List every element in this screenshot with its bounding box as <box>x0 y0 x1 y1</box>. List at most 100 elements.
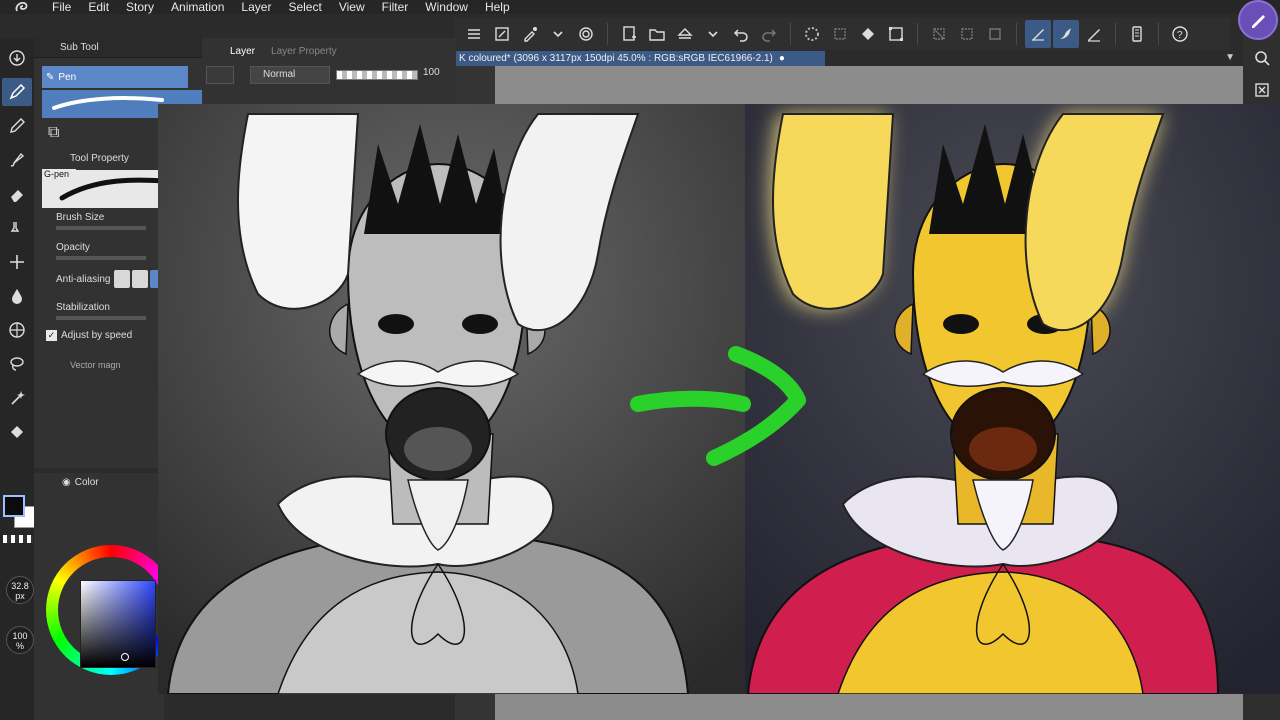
undo-icon[interactable] <box>728 20 754 48</box>
menu-edit[interactable]: Edit <box>80 0 118 14</box>
canvas-tab-strip: ▼ <box>825 51 1243 66</box>
open-folder-icon[interactable] <box>644 20 670 48</box>
search-icon[interactable] <box>1247 44 1277 72</box>
layer-opacity-slider[interactable] <box>336 70 418 80</box>
eraser-icon[interactable] <box>2 180 32 208</box>
tab-layer[interactable]: Layer <box>230 46 255 57</box>
chevron-down-icon[interactable] <box>700 20 726 48</box>
opacity-badge-value: 100 <box>12 631 28 641</box>
select-all-icon[interactable] <box>827 20 853 48</box>
menu-window[interactable]: Window <box>417 0 477 14</box>
invert-selection-icon[interactable] <box>954 20 980 48</box>
device-icon[interactable] <box>1124 20 1150 48</box>
opacity-badge[interactable]: 100 % <box>6 626 34 654</box>
menu-filter[interactable]: Filter <box>374 0 418 14</box>
fill-icon[interactable] <box>855 20 881 48</box>
sub-tool-header-label: Sub Tool <box>60 42 99 53</box>
loading-icon[interactable] <box>799 20 825 48</box>
aa-option-weak[interactable] <box>132 270 148 288</box>
menu-icon[interactable] <box>461 20 487 48</box>
new-file-icon[interactable] <box>616 20 642 48</box>
sub-tool-item-pen[interactable]: ✎ Pen <box>42 66 188 88</box>
layer-panel-tabs: Layer Layer Property <box>230 46 337 57</box>
menu-help[interactable]: Help <box>477 0 519 14</box>
brush-size-badge[interactable]: 32.8 px <box>6 576 34 604</box>
save-icon[interactable] <box>672 20 698 48</box>
menu-select[interactable]: Select <box>280 0 330 14</box>
lasso-icon[interactable] <box>2 350 32 378</box>
fill-bucket-icon[interactable] <box>2 418 32 446</box>
blend-icon[interactable] <box>2 214 32 242</box>
chevron-down-icon[interactable] <box>545 20 571 48</box>
crop-icon[interactable] <box>982 20 1008 48</box>
canvas-tab[interactable]: K coloured* (3096 x 3117px 150dpi 45.0% … <box>455 51 825 66</box>
artwork-svg <box>158 104 1280 694</box>
pen-pressure-icon[interactable] <box>1025 20 1051 48</box>
pencil-icon[interactable] <box>2 112 32 140</box>
layer-panel: Layer Layer Property Normal 100 <box>202 38 456 108</box>
command-bar: ? <box>455 18 1230 50</box>
adjust-by-speed-row[interactable]: ✓ Adjust by speed <box>46 330 132 341</box>
toolbar-divider <box>917 23 918 45</box>
stabilization-slider[interactable] <box>56 316 146 320</box>
color-panel: ◉ Color <box>34 473 176 720</box>
layer-opacity-value: 100 <box>423 67 440 78</box>
pen-icon: ✎ <box>46 71 55 83</box>
toolbar-divider <box>1115 23 1116 45</box>
brush-icon[interactable] <box>2 146 32 174</box>
tool-property-header-label: Tool Property <box>70 152 129 164</box>
brush-size-label: Brush Size <box>56 212 105 223</box>
svg-text:?: ? <box>1177 30 1183 41</box>
color-tab[interactable]: ◉ Color <box>62 477 99 488</box>
stabilizer-icon[interactable] <box>1081 20 1107 48</box>
blend-mode-select[interactable]: Normal <box>250 66 330 84</box>
opacity-slider[interactable] <box>56 256 146 260</box>
menu-layer[interactable]: Layer <box>233 0 280 14</box>
before-after-artwork <box>158 104 1280 694</box>
clear-selection-icon[interactable] <box>926 20 952 48</box>
adjust-by-speed-label: Adjust by speed <box>61 330 133 341</box>
brush-size-slider[interactable] <box>56 226 146 230</box>
opacity-label: Opacity <box>56 242 90 253</box>
adjust-by-speed-checkbox[interactable]: ✓ <box>46 330 57 341</box>
menu-file[interactable]: File <box>44 0 80 14</box>
spiral-icon[interactable] <box>573 20 599 48</box>
copy-icon[interactable]: ⧉ <box>48 124 59 141</box>
layer-color-button[interactable] <box>206 66 234 84</box>
pick-color-icon[interactable] <box>517 20 543 48</box>
vector-magnet-label: Vector magn <box>70 360 121 370</box>
water-drop-icon[interactable] <box>2 282 32 310</box>
sub-tool-item-label: Pen <box>58 71 77 83</box>
tab-close-icon[interactable]: ● <box>779 53 785 64</box>
edit-canvas-icon[interactable] <box>489 20 515 48</box>
color-cursor[interactable] <box>121 653 129 661</box>
tool-palette <box>0 38 34 720</box>
saturation-value-square[interactable] <box>80 580 156 668</box>
vector-magnet-row[interactable]: Vector magn <box>56 356 156 374</box>
move-icon[interactable] <box>2 248 32 276</box>
grid-icon[interactable] <box>2 316 32 344</box>
anti-aliasing-label: Anti-aliasing <box>56 274 111 285</box>
redo-icon[interactable] <box>756 20 782 48</box>
menu-story[interactable]: Story <box>118 0 163 14</box>
chevron-down-icon[interactable]: ▼ <box>1225 52 1235 63</box>
transform-icon[interactable] <box>883 20 909 48</box>
foreground-color-swatch[interactable] <box>3 495 25 517</box>
brush-stroke-icon[interactable] <box>1053 20 1079 48</box>
canvas-tab-title: K coloured* (3096 x 3117px 150dpi 45.0% … <box>459 53 773 64</box>
pen-icon[interactable] <box>2 78 32 106</box>
transparent-color-swatch[interactable] <box>3 535 33 543</box>
clip-studio-logo-icon[interactable] <box>0 0 44 14</box>
tab-layer-property[interactable]: Layer Property <box>271 46 337 57</box>
sub-tool-header: Sub Tool <box>34 38 202 58</box>
pen-mode-icon[interactable] <box>1238 0 1278 40</box>
aa-option-none[interactable] <box>114 270 130 288</box>
download-icon[interactable] <box>2 44 32 72</box>
magic-wand-icon[interactable] <box>2 384 32 412</box>
menu-view[interactable]: View <box>331 0 374 14</box>
close-canvas-icon[interactable] <box>1247 76 1277 104</box>
menu-animation[interactable]: Animation <box>163 0 233 14</box>
brush-size-badge-unit: px <box>15 591 25 601</box>
help-icon[interactable]: ? <box>1167 20 1193 48</box>
toolbar-divider <box>607 23 608 45</box>
